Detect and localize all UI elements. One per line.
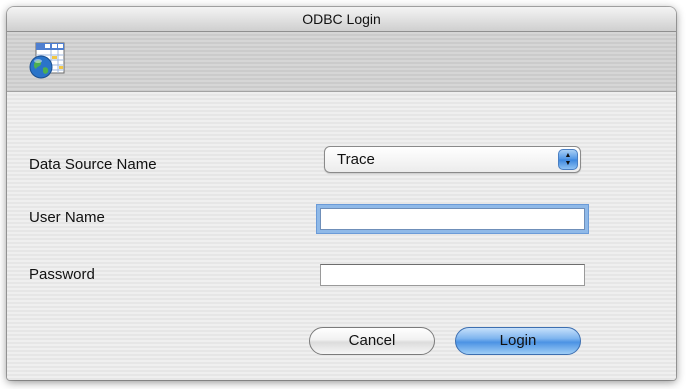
data-source-select[interactable]: Trace ▲ ▼ [324,146,581,173]
data-source-selected-value: Trace [337,151,375,168]
data-source-label: Data Source Name [29,156,157,173]
user-name-field[interactable] [320,208,585,230]
form-area: Data Source Name Trace ▲ ▼ User Name Pass… [7,92,676,380]
up-down-arrows-icon: ▲ ▼ [558,149,578,170]
odbc-login-dialog: ODBC Login Data Source Name Trace ▲ ▼ Us… [7,7,676,380]
password-label: Password [29,266,95,283]
dialog-header-bar [7,32,676,92]
window-title: ODBC Login [7,7,676,32]
user-name-label: User Name [29,209,105,226]
cancel-button[interactable]: Cancel [309,327,435,355]
database-globe-icon [27,41,67,81]
password-field[interactable] [320,264,585,286]
login-button[interactable]: Login [455,327,581,355]
